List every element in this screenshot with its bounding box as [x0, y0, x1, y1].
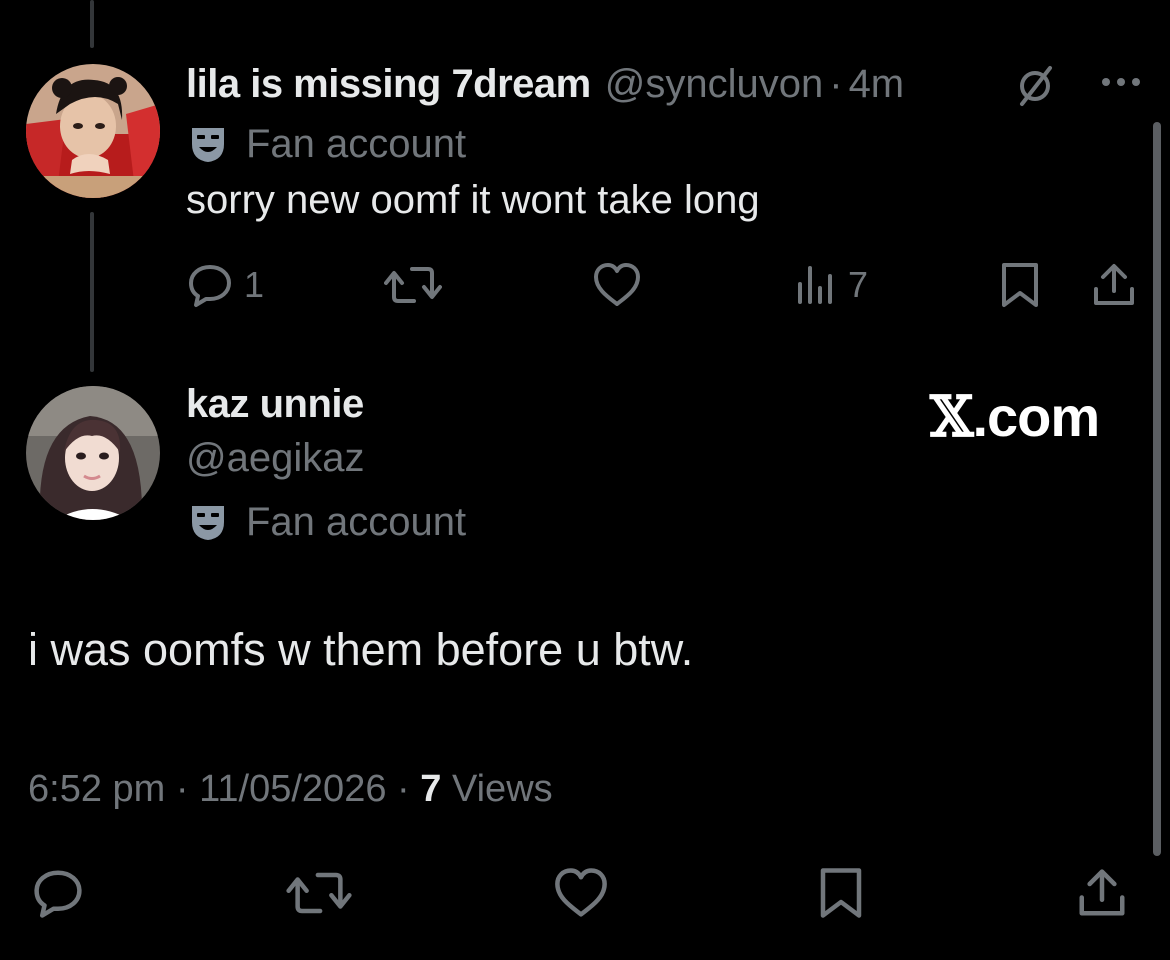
fan-account-label: Fan account [188, 496, 466, 548]
reply-count: 1 [244, 264, 265, 305]
timestamp[interactable]: 6:52 pm [28, 768, 165, 810]
grok-slash-icon[interactable] [1010, 60, 1060, 110]
retweet-icon [286, 872, 352, 914]
views-label[interactable]: Views [452, 768, 553, 810]
like-icon [555, 868, 607, 917]
share-icon [1094, 264, 1134, 305]
date[interactable]: 11/05/2026 [199, 768, 386, 810]
parent-tweet-header: lila is missing 7dream @syncluvon · 4m [186, 58, 904, 110]
bookmark-icon [1002, 263, 1038, 307]
mask-icon [192, 128, 224, 162]
display-name[interactable]: lila is missing 7dream [186, 62, 591, 107]
reply-icon [189, 265, 231, 307]
more-icon[interactable] [1096, 60, 1146, 110]
timestamp[interactable]: 4m [849, 62, 905, 107]
retweet-icon [384, 267, 442, 303]
reply-icon [34, 870, 82, 918]
thread-line-top [90, 0, 94, 48]
bookmark-button[interactable] [816, 866, 866, 920]
retweet-button[interactable] [384, 260, 442, 310]
thread-line [90, 212, 94, 372]
scrollbar[interactable] [1153, 122, 1161, 856]
share-button[interactable] [1074, 866, 1130, 920]
views-count[interactable]: 7 [420, 768, 441, 810]
retweet-button[interactable] [286, 866, 352, 920]
tweet-text: i was oomfs w them before u btw. [28, 624, 694, 675]
avatar[interactable] [26, 64, 160, 198]
tweet-text: sorry new oomf it wont take long [186, 178, 760, 222]
parent-header-icons [1010, 60, 1146, 110]
handle[interactable]: @syncluvon [605, 62, 823, 107]
bookmark-icon [820, 868, 862, 918]
share-icon [1079, 869, 1125, 916]
separator: · [829, 61, 843, 106]
display-name[interactable]: kaz unnie [186, 382, 364, 427]
like-button[interactable] [552, 866, 610, 920]
watermark-domain: .com [972, 385, 1100, 448]
avatar[interactable] [26, 386, 160, 520]
separator: · [175, 768, 189, 810]
reply-button[interactable] [30, 866, 86, 920]
fan-account-text: Fan account [246, 121, 467, 166]
views-button[interactable]: 7 [796, 260, 868, 310]
separator: · [397, 768, 410, 810]
handle[interactable]: @aegikaz [186, 436, 364, 481]
tweet-meta: 6:52 pm · 11/05/2026 · 7 Views [28, 768, 553, 811]
bookmark-button[interactable] [998, 260, 1042, 310]
views-icon [798, 266, 832, 304]
reply-button[interactable]: 1 [186, 260, 264, 310]
view-count: 7 [848, 264, 869, 305]
share-button[interactable] [1090, 260, 1138, 310]
fan-account-label: Fan account [188, 120, 466, 168]
like-icon [594, 263, 640, 306]
mask-icon [192, 506, 224, 540]
x-logo: 𝕏 [930, 384, 973, 450]
fan-account-text: Fan account [246, 499, 467, 544]
x-com-watermark: 𝕏.com [930, 384, 1100, 450]
like-button[interactable] [592, 260, 642, 310]
